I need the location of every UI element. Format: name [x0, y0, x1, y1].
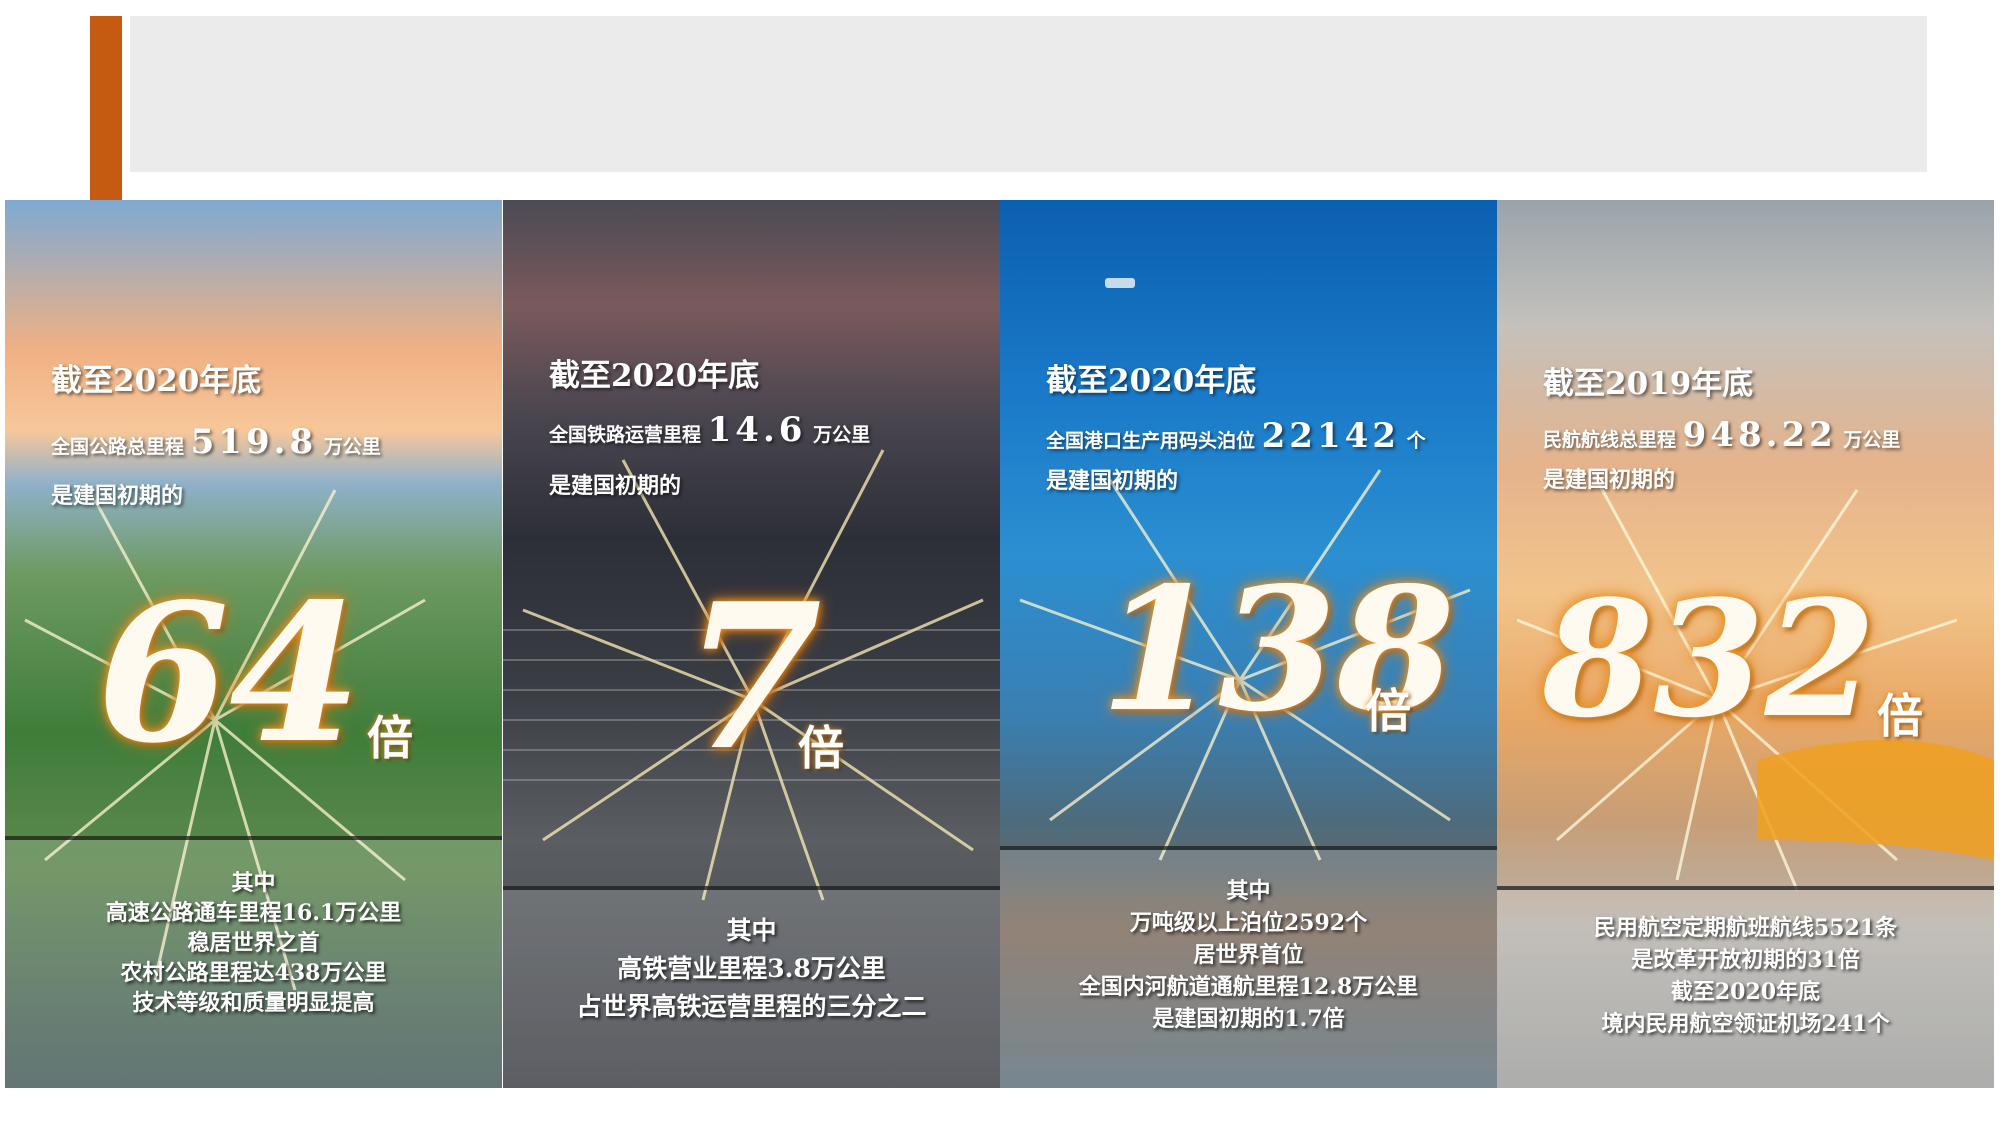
panel-aviation: 截至2019年底 民航航线总里程 948.22 万公里 是建国初期的 832 倍…: [1497, 200, 1994, 1088]
comparison-label: 是建国初期的: [549, 473, 682, 499]
multiplier-number: 832: [1542, 565, 1876, 753]
title-accent-bar: [90, 16, 122, 212]
detail-text: 民用航空定期航班航线5521条 是改革开放初期的31倍 截至2020年底 境内民…: [1593, 915, 1898, 1037]
comparison-label: 是建国初期的: [1046, 468, 1179, 494]
comparison-label: 是建国初期的: [1543, 467, 1676, 493]
as-of-label: 截至2020年底: [1046, 363, 1257, 399]
stat-line: 全国铁路运营里程 14.6 万公里: [549, 410, 871, 450]
as-of-label: 截至2020年底: [51, 363, 262, 399]
detail-text: 其中 万吨级以上泊位2592个 居世界首位 全国内河航道通航里程12.8万公里 …: [1078, 878, 1419, 1032]
panel-highway: 截至2020年底 全国公路总里程 519.8 万公里 是建国初期的 64 倍 其…: [5, 200, 502, 1088]
detail-text: 其中 高铁营业里程3.8万公里 占世界高铁运营里程的三分之二: [576, 916, 927, 1021]
multiplier-number: 64: [97, 562, 362, 785]
title-placeholder-box: [130, 16, 1927, 172]
panel-railway: 截至2020年底 全国铁路运营里程 14.6 万公里 是建国初期的 7 倍 其中…: [503, 200, 1000, 1088]
as-of-label: 截至2020年底: [549, 358, 760, 394]
times-label: 倍: [1877, 689, 1923, 743]
panel-port: 截至2020年底 全国港口生产用码头泊位 22142 个 是建国初期的 138 …: [1000, 200, 1497, 1088]
times-label: 倍: [798, 721, 844, 775]
stat-line: 全国公路总里程 519.8 万公里: [51, 422, 381, 462]
as-of-label: 截至2019年底: [1543, 366, 1754, 402]
stat-line: 全国港口生产用码头泊位 22142 个: [1046, 416, 1426, 456]
detail-text: 其中 高速公路通车里程16.1万公里 稳居世界之首 农村公路里程达438万公里 …: [105, 870, 402, 1016]
times-label: 倍: [367, 711, 413, 765]
times-label: 倍: [1365, 684, 1411, 738]
comparison-label: 是建国初期的: [51, 483, 184, 509]
stat-line: 民航航线总里程 948.22 万公里: [1543, 415, 1901, 455]
